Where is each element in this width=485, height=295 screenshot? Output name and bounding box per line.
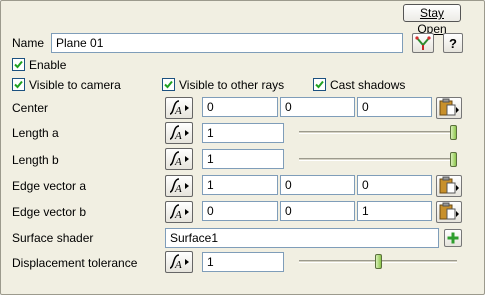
- check-icon: [14, 60, 23, 69]
- curve-editor-icon: A: [169, 254, 189, 271]
- center-paste-button[interactable]: [436, 97, 462, 119]
- visible-to-camera-checkbox[interactable]: [12, 78, 25, 91]
- edge-vector-b-paste-button[interactable]: [436, 201, 462, 223]
- properties-panel: Stay Open Name Plane 01 ? Enable Visible…: [0, 0, 485, 295]
- check-icon: [164, 80, 173, 89]
- edge-vector-a-z-field[interactable]: 0: [357, 175, 432, 195]
- length-b-curve-button[interactable]: A: [165, 148, 193, 170]
- paste-icon: [439, 98, 459, 116]
- length-a-label: Length a: [12, 126, 59, 140]
- edge-vector-a-x-field[interactable]: 1: [202, 175, 278, 195]
- edge-vector-a-curve-button[interactable]: A: [165, 175, 193, 197]
- edge-vector-a-y-field[interactable]: 0: [280, 175, 355, 195]
- center-label: Center: [12, 101, 49, 115]
- length-a-curve-button[interactable]: A: [165, 122, 193, 144]
- displacement-tolerance-curve-button[interactable]: A: [165, 251, 193, 273]
- svg-text:A: A: [174, 259, 182, 271]
- cast-shadows-checkbox[interactable]: [313, 78, 326, 91]
- length-b-slider[interactable]: [299, 158, 457, 161]
- center-curve-button[interactable]: A: [165, 97, 193, 119]
- add-shader-button[interactable]: [444, 229, 462, 247]
- name-label: Name: [12, 36, 45, 50]
- length-b-slider-thumb[interactable]: [450, 152, 457, 167]
- length-b-field[interactable]: 1: [202, 149, 284, 169]
- check-icon: [315, 80, 324, 89]
- svg-text:A: A: [174, 130, 182, 142]
- paste-icon: [439, 176, 459, 194]
- help-button[interactable]: ?: [443, 33, 463, 53]
- displacement-tolerance-field[interactable]: 1: [202, 252, 284, 272]
- paste-icon: [439, 202, 459, 220]
- curve-editor-icon: A: [169, 178, 189, 195]
- edge-vector-a-paste-button[interactable]: [436, 175, 462, 197]
- check-icon: [14, 80, 23, 89]
- edge-vector-b-label: Edge vector b: [12, 205, 87, 219]
- curve-editor-icon: A: [169, 100, 189, 117]
- svg-text:A: A: [174, 105, 182, 117]
- visible-to-other-rays-checkbox[interactable]: [162, 78, 175, 91]
- edge-vector-b-curve-button[interactable]: A: [165, 201, 193, 223]
- curve-editor-icon: A: [169, 204, 189, 221]
- edge-vector-b-x-field[interactable]: 0: [202, 201, 278, 221]
- center-z-field[interactable]: 0: [357, 97, 432, 117]
- pick-object-button[interactable]: [412, 33, 434, 53]
- stay-open-button[interactable]: Stay Open: [403, 4, 461, 36]
- length-a-slider-thumb[interactable]: [450, 125, 457, 140]
- surface-shader-label: Surface shader: [12, 231, 94, 245]
- displacement-tolerance-slider-thumb[interactable]: [374, 254, 382, 269]
- visible-to-camera-label: Visible to camera: [29, 78, 121, 92]
- curve-editor-icon: A: [169, 125, 189, 142]
- center-x-field[interactable]: 0: [202, 97, 278, 117]
- edge-vector-b-y-field[interactable]: 0: [280, 201, 355, 221]
- edge-vector-a-label: Edge vector a: [12, 179, 87, 193]
- center-y-field[interactable]: 0: [280, 97, 355, 117]
- curve-editor-icon: A: [169, 151, 189, 168]
- add-icon: [447, 232, 459, 244]
- svg-text:?: ?: [449, 36, 457, 51]
- name-field[interactable]: Plane 01: [51, 33, 403, 53]
- svg-text:A: A: [174, 156, 182, 168]
- visible-to-other-rays-label: Visible to other rays: [179, 78, 285, 92]
- length-a-field[interactable]: 1: [202, 123, 284, 143]
- svg-text:A: A: [174, 183, 182, 195]
- stay-open-label: Stay Open: [417, 6, 447, 36]
- enable-label: Enable: [29, 58, 67, 72]
- surface-shader-field[interactable]: Surface1: [165, 228, 439, 248]
- cast-shadows-label: Cast shadows: [330, 78, 406, 92]
- length-b-label: Length b: [12, 153, 59, 167]
- enable-checkbox[interactable]: [12, 58, 25, 71]
- pick-object-icon: [415, 36, 431, 50]
- edge-vector-b-z-field[interactable]: 1: [357, 201, 432, 221]
- svg-text:A: A: [174, 209, 182, 221]
- length-a-slider[interactable]: [299, 131, 457, 134]
- help-icon: ?: [449, 36, 457, 51]
- displacement-tolerance-label: Displacement tolerance: [12, 256, 138, 270]
